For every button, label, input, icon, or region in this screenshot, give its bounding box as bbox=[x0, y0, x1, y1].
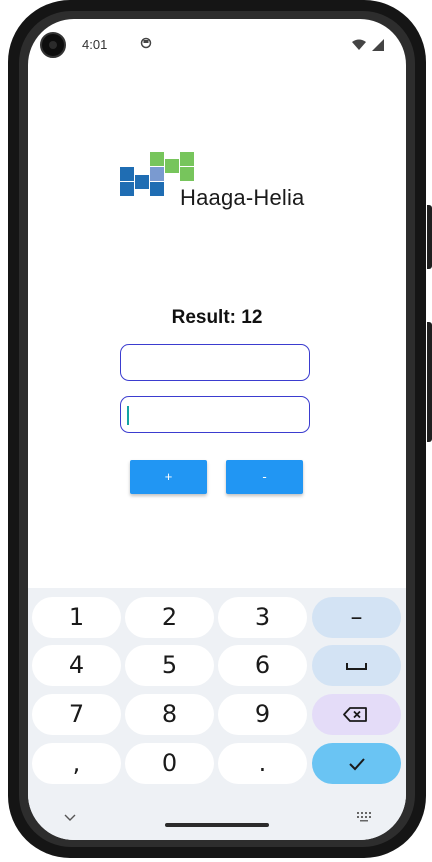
text-cursor bbox=[127, 406, 129, 425]
key-3[interactable]: 3 bbox=[218, 597, 307, 638]
second-number-input[interactable] bbox=[120, 396, 310, 433]
space-icon bbox=[346, 663, 367, 670]
key-space[interactable] bbox=[312, 645, 401, 686]
volume-button[interactable] bbox=[427, 322, 432, 442]
key-enter[interactable] bbox=[312, 743, 401, 784]
keyboard-switch-icon[interactable] bbox=[356, 810, 372, 822]
front-camera bbox=[40, 32, 66, 58]
key-4[interactable]: 4 bbox=[32, 645, 121, 686]
power-button[interactable] bbox=[427, 205, 432, 269]
screen: 4:01 Haaga-Helia Result: 12 + - 1 2 3 – … bbox=[28, 19, 406, 840]
check-icon bbox=[349, 758, 365, 771]
key-0[interactable]: 0 bbox=[125, 743, 214, 784]
result-label: Result: 12 bbox=[171, 307, 263, 328]
backspace-icon bbox=[343, 707, 367, 722]
key-8[interactable]: 8 bbox=[125, 694, 214, 735]
numeric-keyboard: 1 2 3 – 4 5 6 7 8 9 , 0 . bbox=[28, 588, 406, 840]
signal-icons bbox=[352, 39, 384, 51]
status-time: 4:01 bbox=[82, 37, 108, 52]
key-delete[interactable] bbox=[312, 694, 401, 735]
cellular-icon bbox=[372, 39, 384, 51]
key-comma[interactable]: , bbox=[32, 743, 121, 784]
chevron-down-icon[interactable] bbox=[64, 812, 76, 822]
first-number-input[interactable] bbox=[120, 344, 310, 381]
plus-button[interactable]: + bbox=[130, 460, 207, 494]
key-period[interactable]: . bbox=[218, 743, 307, 784]
key-minus[interactable]: – bbox=[312, 597, 401, 638]
home-gesture-bar[interactable] bbox=[165, 823, 269, 827]
notification-icon bbox=[140, 37, 152, 49]
minus-button[interactable]: - bbox=[226, 460, 303, 494]
navigation-bar bbox=[28, 800, 406, 840]
key-9[interactable]: 9 bbox=[218, 694, 307, 735]
key-2[interactable]: 2 bbox=[125, 597, 214, 638]
logo-text: Haaga-Helia bbox=[180, 185, 305, 210]
key-7[interactable]: 7 bbox=[32, 694, 121, 735]
key-5[interactable]: 5 bbox=[125, 645, 214, 686]
key-6[interactable]: 6 bbox=[218, 645, 307, 686]
key-1[interactable]: 1 bbox=[32, 597, 121, 638]
wifi-icon bbox=[352, 39, 366, 50]
